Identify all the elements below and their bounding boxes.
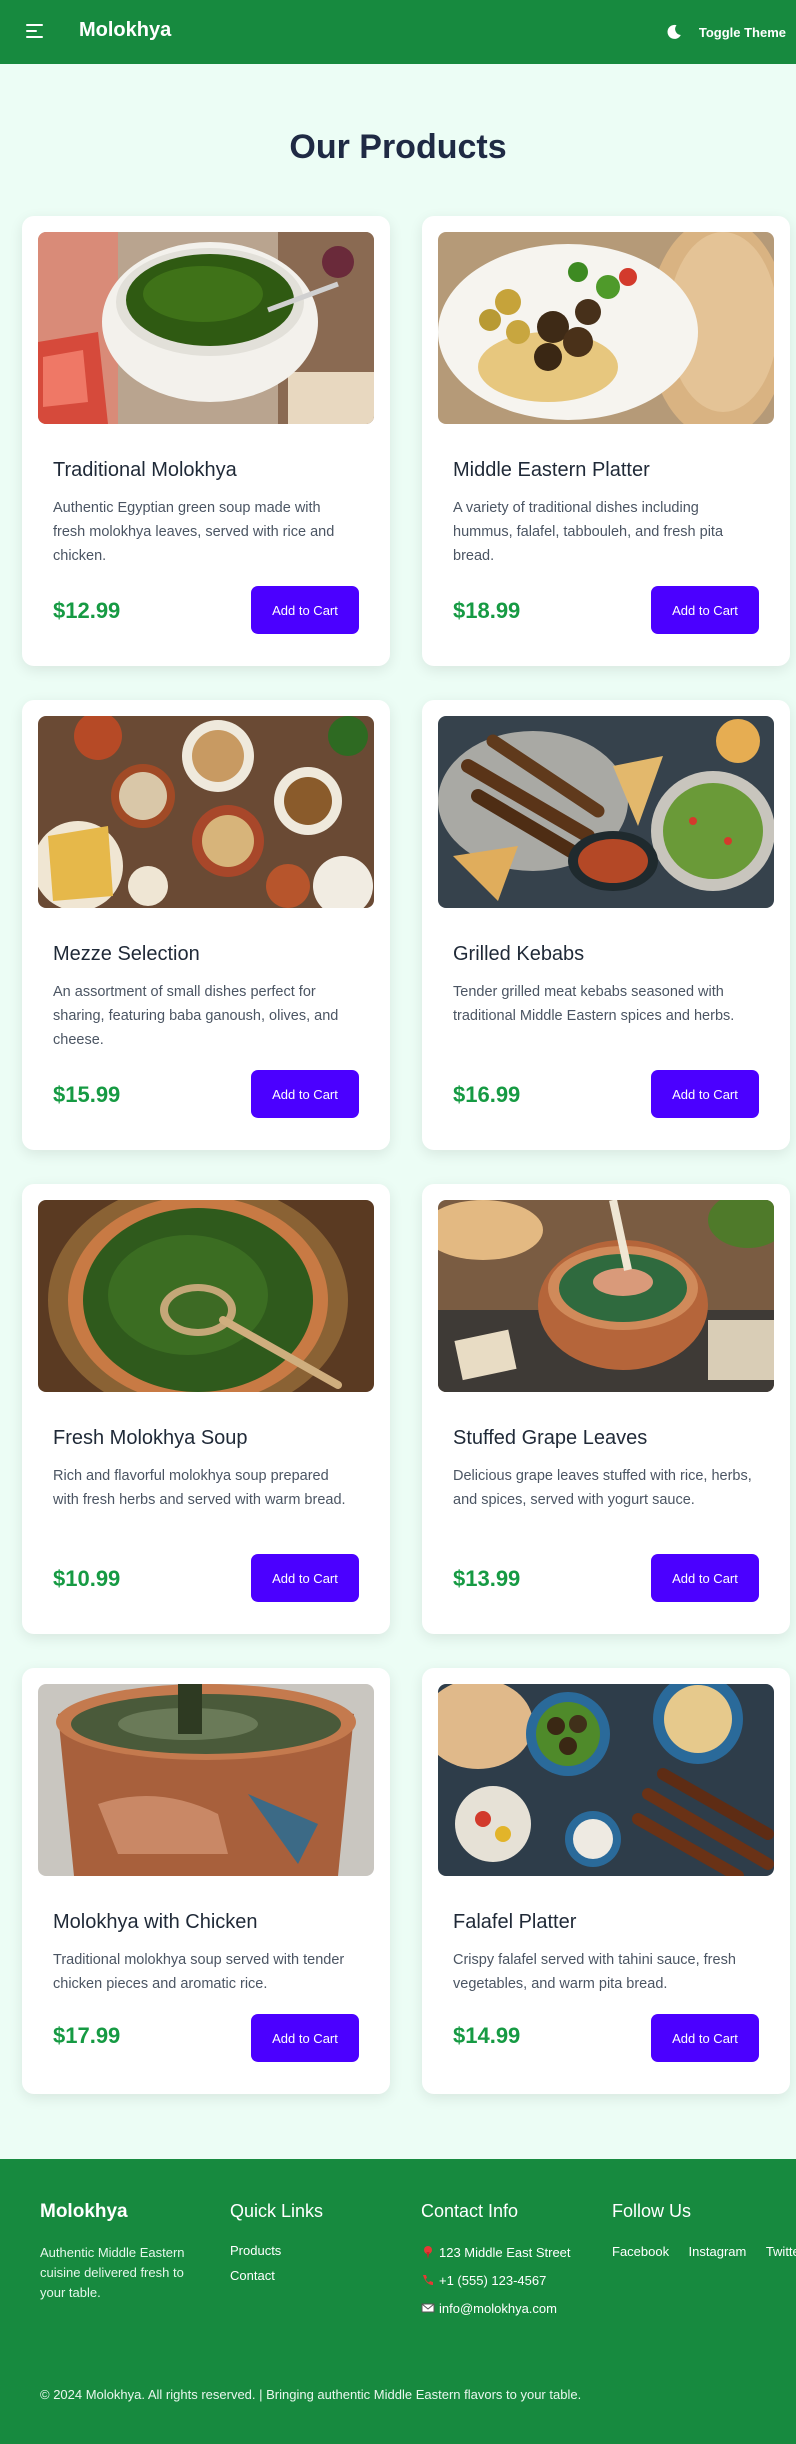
theme-toggle-button[interactable]: Toggle Theme [666, 21, 786, 43]
product-image [438, 1200, 774, 1392]
add-to-cart-button[interactable]: Add to Cart [651, 1554, 759, 1602]
product-price: $14.99 [453, 2023, 521, 2048]
product-description: Tender grilled meat kebabs seasoned with… [453, 984, 735, 1024]
product-card: Traditional Molokhya Authentic Egyptian … [22, 216, 390, 666]
moon-icon [667, 24, 681, 39]
social-links: Facebook Instagram Twitter [612, 2243, 796, 2261]
social-link-twitter[interactable]: Twitter [766, 2244, 796, 2259]
navbar: Molokhya Toggle Theme [0, 0, 796, 64]
contact-phone: +1 (555) 123-4567 [421, 2271, 571, 2289]
product-image [438, 1684, 774, 1876]
product-description: Delicious grape leaves stuffed with rice… [453, 1468, 752, 1508]
product-title: Stuffed Grape Leaves [453, 1427, 648, 1449]
product-image [38, 716, 374, 908]
product-image [38, 1684, 374, 1876]
contact-email: info@molokhya.com [421, 2299, 571, 2317]
hamburger-menu-icon[interactable] [26, 24, 43, 38]
product-description: Traditional molokhya soup served with te… [53, 1952, 345, 1992]
add-to-cart-button[interactable]: Add to Cart [251, 586, 359, 634]
page-title: Our Products [289, 128, 507, 166]
social-link-facebook[interactable]: Facebook [612, 2244, 669, 2259]
contact-address: 123 Middle East Street [421, 2243, 571, 2261]
follow-us-heading: Follow Us [612, 2201, 692, 2221]
product-price: $17.99 [53, 2023, 121, 2048]
product-card: Mezze Selection An assortment of small d… [22, 700, 390, 1150]
theme-toggle-label: Toggle Theme [698, 24, 786, 40]
product-image [438, 232, 774, 424]
product-card: Fresh Molokhya Soup Rich and flavorful m… [22, 1184, 390, 1634]
quick-links-heading: Quick Links [230, 2201, 324, 2221]
footer-link-contact[interactable]: Contact [230, 2268, 281, 2283]
product-title: Falafel Platter [453, 1911, 577, 1933]
contact-info-heading: Contact Info [421, 2201, 519, 2221]
product-title: Traditional Molokhya [53, 459, 237, 481]
product-title: Middle Eastern Platter [453, 459, 650, 481]
footer-tagline: Authentic Middle Eastern cuisine deliver… [40, 2245, 185, 2300]
contact-address-text: 123 Middle East Street [439, 2244, 571, 2260]
product-description: Crispy falafel served with tahini sauce,… [453, 1952, 736, 1992]
product-description: Authentic Egyptian green soup made with … [53, 500, 335, 564]
phone-icon [423, 2275, 433, 2285]
email-icon [421, 2303, 435, 2313]
add-to-cart-button[interactable]: Add to Cart [251, 2014, 359, 2062]
product-title: Fresh Molokhya Soup [53, 1427, 248, 1449]
product-card: Falafel Platter Crispy falafel served wi… [422, 1668, 790, 2094]
product-card: Stuffed Grape Leaves Delicious grape lea… [422, 1184, 790, 1634]
product-card: Grilled Kebabs Tender grilled meat kebab… [422, 700, 790, 1150]
footer-link-products[interactable]: Products [230, 2243, 281, 2258]
product-title: Grilled Kebabs [453, 943, 585, 965]
product-price: $12.99 [53, 598, 121, 623]
product-image [438, 716, 774, 908]
product-price: $10.99 [53, 1566, 121, 1591]
contact-email-text: info@molokhya.com [439, 2300, 557, 2316]
contact-phone-text: +1 (555) 123-4567 [439, 2272, 547, 2288]
add-to-cart-button[interactable]: Add to Cart [651, 1070, 759, 1118]
footer-brand: Molokhya [40, 2201, 128, 2222]
product-price: $18.99 [453, 598, 521, 623]
product-description: A variety of traditional dishes includin… [453, 500, 724, 564]
product-image [38, 232, 374, 424]
add-to-cart-button[interactable]: Add to Cart [651, 2014, 759, 2062]
product-price: $16.99 [453, 1082, 521, 1107]
social-link-instagram[interactable]: Instagram [689, 2244, 747, 2259]
product-price: $13.99 [453, 1566, 521, 1591]
copyright: © 2024 Molokhya. All rights reserved. | … [40, 2387, 582, 2402]
map-pin-icon [424, 2246, 432, 2259]
contact-info-list: 123 Middle East Street +1 (555) 123-4567… [421, 2243, 571, 2327]
product-image [38, 1200, 374, 1392]
quick-links-list: Products Contact [230, 2243, 281, 2293]
add-to-cart-button[interactable]: Add to Cart [651, 586, 759, 634]
product-description: An assortment of small dishes perfect fo… [53, 984, 339, 1048]
product-description: Rich and flavorful molokhya soup prepare… [53, 1468, 346, 1508]
footer: Molokhya Authentic Middle Eastern cuisin… [0, 2159, 796, 2444]
add-to-cart-button[interactable]: Add to Cart [251, 1554, 359, 1602]
product-card: Middle Eastern Platter A variety of trad… [422, 216, 790, 666]
brand-logo[interactable]: Molokhya [79, 19, 171, 42]
add-to-cart-button[interactable]: Add to Cart [251, 1070, 359, 1118]
product-card: Molokhya with Chicken Traditional molokh… [22, 1668, 390, 2094]
product-title: Mezze Selection [53, 943, 200, 965]
product-price: $15.99 [53, 1082, 121, 1107]
product-title: Molokhya with Chicken [53, 1911, 258, 1933]
